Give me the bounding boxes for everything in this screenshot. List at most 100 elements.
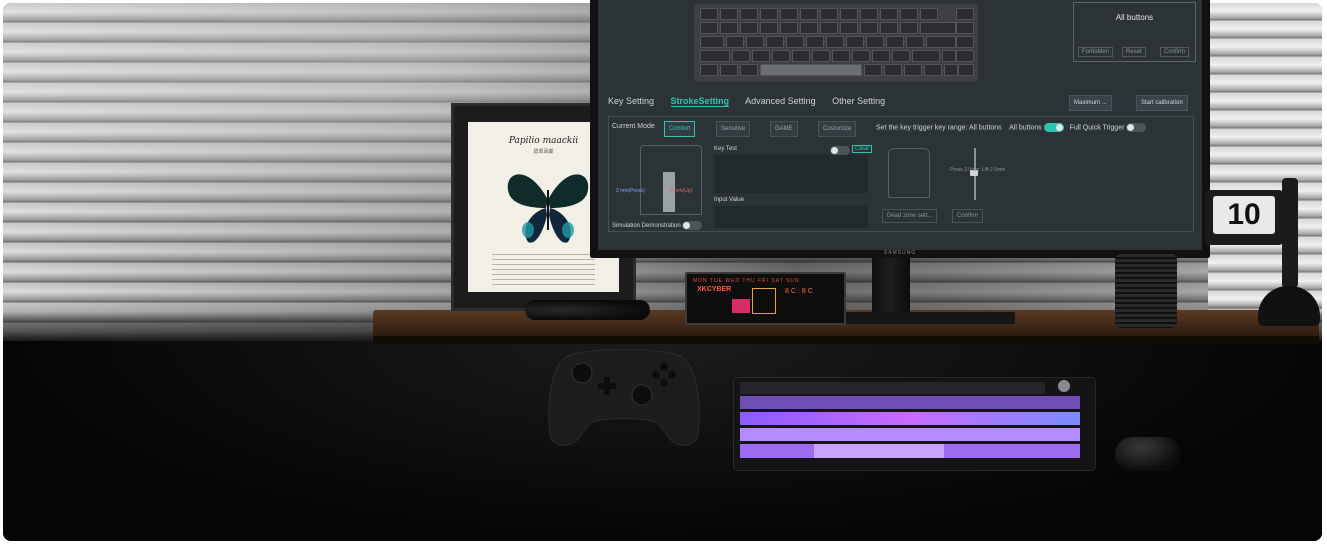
switch-illustration <box>640 145 702 215</box>
trigger-range-row: Set the key trigger key range: All butto… <box>876 123 1147 132</box>
mini-key <box>786 36 804 48</box>
mini-key <box>886 36 904 48</box>
mini-key <box>866 36 884 48</box>
mini-key <box>840 22 858 34</box>
mini-key <box>872 50 890 62</box>
mini-key <box>700 36 724 48</box>
mode-comfort[interactable]: Comfort <box>664 121 696 137</box>
mini-key <box>900 22 918 34</box>
mini-spacebar <box>760 64 862 76</box>
mini-key <box>900 8 918 20</box>
mini-key <box>720 64 738 76</box>
mini-key <box>780 8 798 20</box>
key-test-area[interactable] <box>714 155 868 193</box>
gamepad <box>548 349 700 446</box>
desk-lamp <box>1258 168 1320 328</box>
maximum-button[interactable]: Maximum ... <box>1069 95 1112 111</box>
mini-key <box>746 36 764 48</box>
switch-illustration-2 <box>888 148 930 198</box>
mode-sensitive[interactable]: Sensitive <box>716 121 751 137</box>
mini-key <box>820 8 838 20</box>
mini-key <box>752 50 770 62</box>
mini-key <box>840 8 858 20</box>
mini-key <box>864 64 882 76</box>
confirm-button[interactable]: Confirm <box>1160 47 1190 57</box>
button-scope-panel: All buttons Forbidden Reset Confirm <box>1073 2 1196 62</box>
settings-tabs: Key Setting StrokeSetting Advanced Setti… <box>608 96 899 107</box>
display-time: 8C:8C <box>785 288 815 295</box>
mini-key <box>956 50 974 62</box>
monitor-stand <box>872 258 910 316</box>
mini-key <box>800 22 818 34</box>
mini-key <box>920 22 956 34</box>
tab-key-setting[interactable]: Key Setting <box>608 96 654 106</box>
display-weekdays: MON TUE WED THU FRI SAT SUN <box>693 278 800 284</box>
desk-info-display: MON TUE WED THU FRI SAT SUN XKCYBER 8C:8… <box>685 272 846 325</box>
mini-key <box>956 36 974 48</box>
mini-key <box>958 64 974 76</box>
lamp-base <box>1258 286 1320 326</box>
mini-key <box>766 36 784 48</box>
mini-key <box>880 22 898 34</box>
mini-key <box>720 8 738 20</box>
mode-game[interactable]: GAME <box>770 121 798 137</box>
mini-key <box>760 8 778 20</box>
mini-key <box>780 22 798 34</box>
simulation-label: Simulation Demonstration <box>612 223 681 230</box>
keyboard-layout-preview <box>694 4 978 82</box>
display-dice-grid <box>752 288 776 314</box>
lamp-pole <box>1282 178 1298 288</box>
mini-key <box>944 64 958 76</box>
current-mode-label: Current Mode <box>612 123 655 130</box>
simulation-toggle[interactable] <box>682 221 703 230</box>
tab-stroke-setting[interactable]: StrokeSetting <box>670 96 730 107</box>
mini-key <box>800 8 818 20</box>
full-quick-trigger-toggle[interactable] <box>1126 123 1147 132</box>
all-buttons-label: All buttons <box>1009 124 1042 132</box>
mini-key <box>820 22 838 34</box>
camera-lens <box>1115 254 1177 328</box>
mini-key <box>926 36 956 48</box>
butterfly-icon <box>507 174 589 243</box>
tab-other-setting[interactable]: Other Setting <box>832 96 885 106</box>
mini-key <box>912 50 940 62</box>
mini-key <box>726 36 744 48</box>
clear-button[interactable]: Clear <box>852 145 873 153</box>
mini-key <box>700 8 718 20</box>
full-quick-trigger-label: Full Quick Trigger <box>1069 124 1125 132</box>
frame-caption-lines <box>492 254 595 288</box>
reset-button[interactable]: Reset <box>1122 47 1146 57</box>
mini-key <box>826 36 844 48</box>
mini-key <box>812 50 830 62</box>
panel-title: All buttons <box>1115 13 1154 22</box>
mini-key <box>860 22 878 34</box>
mini-key <box>740 8 758 20</box>
dead-zone-button[interactable]: Dead zone sett... <box>882 209 938 223</box>
mini-key <box>892 50 910 62</box>
mini-key <box>904 64 922 76</box>
key-test-toggle[interactable] <box>830 146 850 155</box>
mini-key <box>700 22 718 34</box>
forbidden-button[interactable]: Forbidden <box>1078 47 1114 57</box>
all-buttons-toggle[interactable] <box>1043 123 1064 132</box>
mini-key <box>760 22 778 34</box>
confirm-travel-button[interactable]: Confirm <box>952 209 984 223</box>
mini-key <box>884 64 902 76</box>
tab-advanced-setting[interactable]: Advanced Setting <box>745 96 816 106</box>
press-depth-label: 2 mm(Press) <box>616 188 645 194</box>
display-brand: XKCYBER <box>697 286 732 293</box>
trigger-range-label: Set the key trigger key range: All butto… <box>876 124 1002 132</box>
simulation-demo-row: Simulation Demonstration <box>612 221 703 230</box>
mini-key <box>720 22 738 34</box>
mini-key <box>956 22 974 34</box>
mini-key <box>772 50 790 62</box>
monitor: All buttons Forbidden Reset Confirm Key … <box>590 0 1210 258</box>
start-calibration-button[interactable]: Start calibration <box>1136 95 1188 111</box>
mode-customize[interactable]: Customize <box>818 121 857 137</box>
monitor-screen: All buttons Forbidden Reset Confirm Key … <box>598 0 1202 250</box>
input-value-field[interactable] <box>714 206 868 228</box>
mini-key <box>852 50 870 62</box>
press-travel-label: Press 2.0mm <box>950 167 980 173</box>
mini-key <box>920 8 938 20</box>
up-depth-label: 2 mm(Up) <box>670 188 693 194</box>
